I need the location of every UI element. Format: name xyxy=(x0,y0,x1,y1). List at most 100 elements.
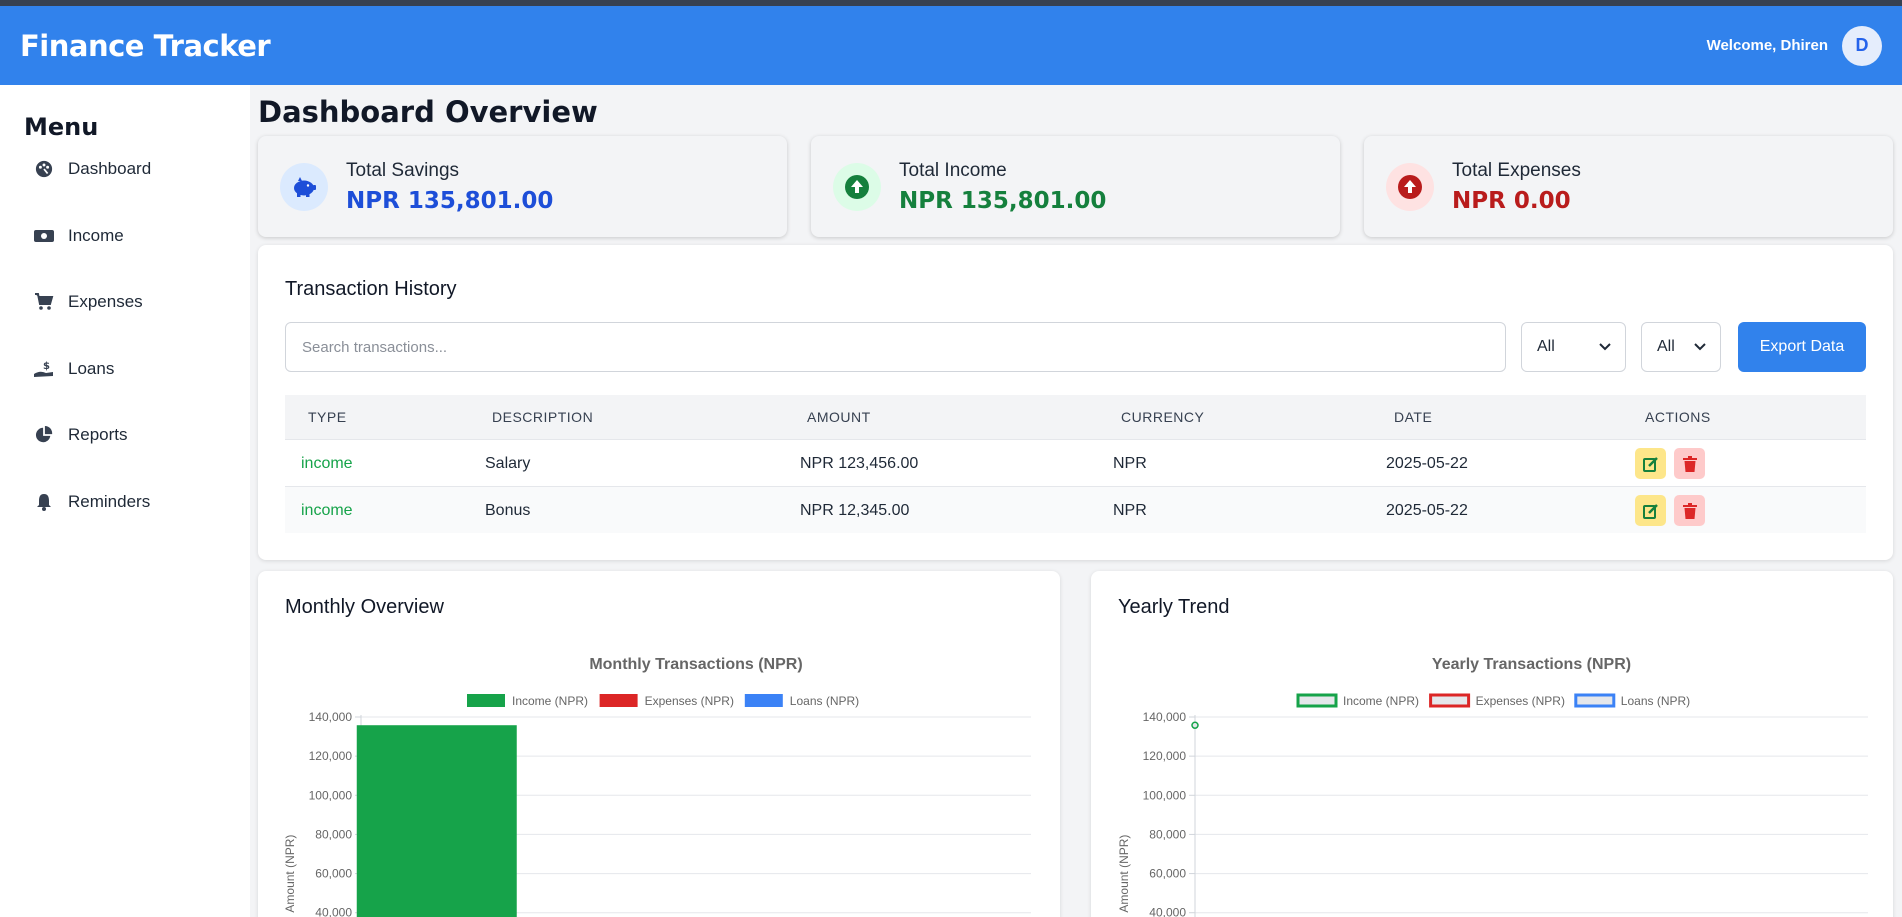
sidebar-item-label: Expenses xyxy=(68,292,143,311)
sidebar-item-label: Income xyxy=(68,226,124,245)
piggy-bank-icon xyxy=(280,162,328,211)
column-header: AMOUNT xyxy=(807,409,871,425)
column-header: TYPE xyxy=(308,409,347,425)
sidebar-item-income[interactable]: Income xyxy=(34,221,124,251)
legend-swatch xyxy=(599,694,638,707)
transaction-history-title: Transaction History xyxy=(285,278,457,300)
cell-amount: NPR 123,456.00 xyxy=(800,455,919,472)
delete-button[interactable] xyxy=(1674,495,1705,526)
sidebar-item-label: Dashboard xyxy=(68,159,152,178)
bar xyxy=(356,725,517,917)
y-axis-label: Amount (NPR) xyxy=(283,835,297,913)
table-header: TYPE DESCRIPTION AMOUNT CURRENCY DATE AC… xyxy=(285,395,1866,439)
stat-card-savings: Total Savings NPR 135,801.00 xyxy=(258,136,787,237)
delete-button[interactable] xyxy=(1674,448,1705,479)
stat-label: Total Income xyxy=(899,159,1007,181)
cell-amount: NPR 12,345.00 xyxy=(800,502,910,519)
user-area: Welcome, Dhiren D xyxy=(1706,25,1882,66)
yearly-trend-panel: Yearly Trend Yearly Transactions (NPR) In… xyxy=(1091,571,1893,917)
y-tick-label: 80,000 xyxy=(1149,827,1186,841)
sidebar-item-expenses[interactable]: Expenses xyxy=(34,287,143,317)
app-title: Finance Tracker xyxy=(20,28,271,63)
column-header: DESCRIPTION xyxy=(492,409,594,425)
palette-icon xyxy=(34,159,54,179)
monthly-overview-panel: Monthly Overview Monthly Transactions (N… xyxy=(258,571,1060,917)
app-header: Finance Tracker Welcome, Dhiren D xyxy=(0,6,1902,85)
select-value: All xyxy=(1657,338,1675,355)
arrow-up-circle-icon xyxy=(833,162,881,211)
y-tick-label: 100,000 xyxy=(1143,788,1187,802)
search-input[interactable] xyxy=(285,322,1506,372)
legend-swatch xyxy=(467,694,505,707)
y-tick-label: 80,000 xyxy=(315,827,352,841)
legend-label: Loans (NPR) xyxy=(790,694,859,708)
sidebar-item-label: Loans xyxy=(68,359,115,378)
cell-description: Salary xyxy=(485,455,531,472)
monthly-transactions-chart: Monthly Transactions (NPR) Income (NPR) Ex… xyxy=(283,656,1031,917)
legend-swatch xyxy=(1296,693,1338,708)
legend-swatch xyxy=(744,694,783,707)
stat-label: Total Savings xyxy=(346,159,460,181)
page-title: Dashboard Overview xyxy=(258,95,598,129)
hand-dollar-icon: $ xyxy=(34,359,54,379)
edit-button[interactable] xyxy=(1635,448,1666,479)
y-tick-label: 40,000 xyxy=(1149,906,1186,917)
y-tick-label: 120,000 xyxy=(1143,749,1187,763)
sidebar-item-dashboard[interactable]: Dashboard xyxy=(34,154,151,184)
currency-filter-select[interactable]: All xyxy=(1641,322,1721,372)
legend-swatch xyxy=(1429,693,1471,708)
stat-card-income: Total Income NPR 135,801.00 xyxy=(811,136,1340,237)
table-row: income Salary NPR 123,456.00 NPR 2025-05… xyxy=(285,439,1866,486)
stat-label: Total Expenses xyxy=(1452,159,1581,181)
chart-title: Monthly Transactions (NPR) xyxy=(589,656,802,673)
legend-label: Income (NPR) xyxy=(1343,694,1419,708)
sidebar-item-reminders[interactable]: Reminders xyxy=(34,487,150,517)
transactions-table: TYPE DESCRIPTION AMOUNT CURRENCY DATE AC… xyxy=(285,395,1866,533)
avatar[interactable]: D xyxy=(1842,25,1882,66)
money-icon xyxy=(34,226,54,246)
cell-currency: NPR xyxy=(1113,455,1147,472)
chevron-down-icon xyxy=(1599,338,1611,356)
yearly-transactions-chart: Yearly Transactions (NPR) Income (NPR) Exp… xyxy=(1117,656,1868,917)
legend-label: Expenses (NPR) xyxy=(645,694,734,708)
welcome-text: Welcome, Dhiren xyxy=(1706,37,1828,54)
edit-button[interactable] xyxy=(1635,495,1666,526)
y-tick-label: 60,000 xyxy=(315,867,352,881)
column-header: DATE xyxy=(1394,409,1433,425)
legend-swatch xyxy=(1574,693,1616,708)
trash-icon xyxy=(1682,502,1697,519)
edit-icon xyxy=(1642,503,1658,519)
stat-value: NPR 135,801.00 xyxy=(899,187,1107,214)
cell-type: income xyxy=(301,455,353,472)
sidebar-item-label: Reports xyxy=(68,425,128,444)
select-value: All xyxy=(1537,338,1555,355)
legend-label: Income (NPR) xyxy=(512,694,588,708)
main-content: Dashboard Overview Total Savings NPR 135… xyxy=(250,85,1902,917)
y-tick-label: 60,000 xyxy=(1149,867,1186,881)
legend-label: Loans (NPR) xyxy=(1621,694,1690,708)
cell-description: Bonus xyxy=(485,502,531,519)
sidebar-item-loans[interactable]: $ Loans xyxy=(34,354,114,384)
y-axis-label: Amount (NPR) xyxy=(1117,835,1131,913)
column-header: ACTIONS xyxy=(1645,409,1711,425)
y-tick-label: 100,000 xyxy=(309,788,353,802)
cell-currency: NPR xyxy=(1113,502,1147,519)
transaction-history-panel: Transaction History All All Export Data … xyxy=(258,245,1893,560)
menu-title: Menu xyxy=(24,113,99,141)
stat-value: NPR 135,801.00 xyxy=(346,187,554,214)
column-header: CURRENCY xyxy=(1121,409,1205,425)
svg-text:$: $ xyxy=(43,361,50,372)
y-tick-label: 140,000 xyxy=(309,710,353,724)
chevron-down-icon xyxy=(1694,338,1706,356)
chart-title: Yearly Transactions (NPR) xyxy=(1432,656,1631,673)
stat-card-expenses: Total Expenses NPR 0.00 xyxy=(1364,136,1893,237)
type-filter-select[interactable]: All xyxy=(1521,322,1626,372)
y-tick-label: 140,000 xyxy=(1143,710,1187,724)
sidebar-item-reports[interactable]: Reports xyxy=(34,420,128,450)
legend-label: Expenses (NPR) xyxy=(1476,694,1565,708)
sidebar: Menu Dashboard Income Expenses $ Loans R… xyxy=(0,85,250,917)
edit-icon xyxy=(1642,456,1658,472)
y-tick-label: 120,000 xyxy=(309,749,353,763)
export-data-button[interactable]: Export Data xyxy=(1738,322,1866,372)
sidebar-item-label: Reminders xyxy=(68,492,151,511)
